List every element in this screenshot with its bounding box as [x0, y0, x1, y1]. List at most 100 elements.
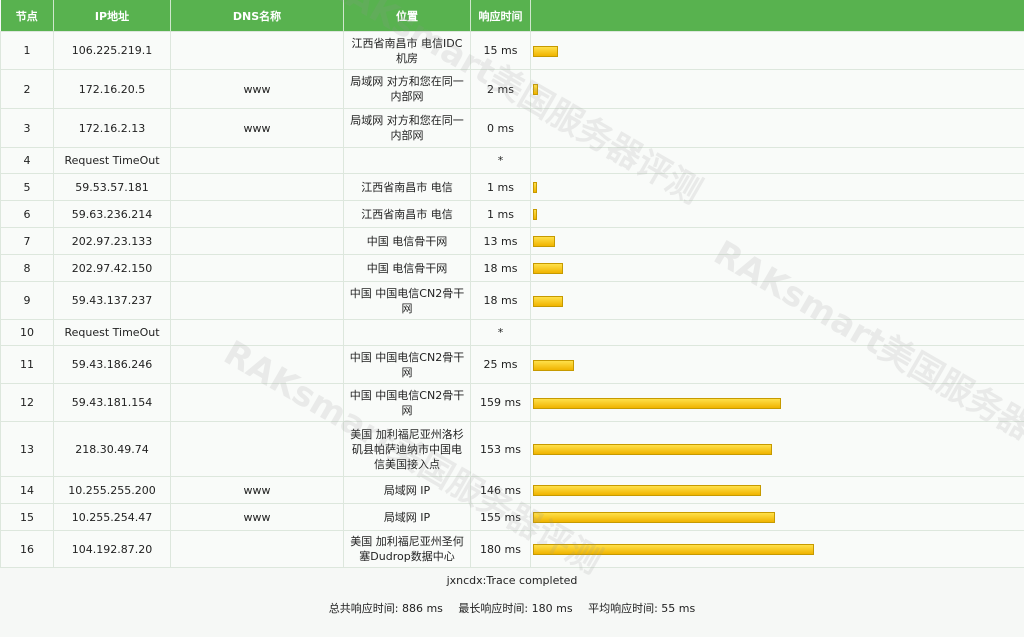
table-row: 3 172.16.2.13 www 局域网 对方和您在同一内部网 0 ms: [0, 108, 1024, 148]
dns-cell: [170, 254, 344, 282]
node-cell: 7: [0, 227, 54, 255]
ip-cell: 10.255.254.47: [53, 503, 171, 531]
time-cell: 153 ms: [470, 421, 531, 477]
latency-bar: [533, 512, 775, 523]
table-row: 4 Request TimeOut *: [0, 147, 1024, 174]
time-cell: 1 ms: [470, 173, 531, 201]
dns-cell: [170, 383, 344, 422]
col-dns-header: DNS名称: [170, 0, 344, 32]
table-row: 15 10.255.254.47 www 局域网 IP 155 ms: [0, 503, 1024, 531]
table-header: 节点 IP地址 DNS名称 位置 响应时间: [0, 0, 1024, 32]
node-cell: 5: [0, 173, 54, 201]
node-cell: 14: [0, 476, 54, 504]
latency-bar-cell: [530, 476, 1024, 504]
ip-cell: 172.16.2.13: [53, 108, 171, 148]
location-cell: 中国 中国电信CN2骨干网: [343, 345, 471, 384]
node-cell: 1: [0, 31, 54, 70]
latency-bar-cell: [530, 383, 1024, 422]
col-location-header: 位置: [343, 0, 471, 32]
time-cell: 2 ms: [470, 69, 531, 109]
trace-status: jxncdx:Trace completed: [446, 574, 578, 587]
ip-cell: 218.30.49.74: [53, 421, 171, 477]
table-row: 1 106.225.219.1 江西省南昌市 电信IDC机房 15 ms: [0, 31, 1024, 70]
total-time: 总共响应时间: 886 ms: [328, 602, 443, 615]
time-cell: 146 ms: [470, 476, 531, 504]
node-cell: 13: [0, 421, 54, 477]
table-row: 5 59.53.57.181 江西省南昌市 电信 1 ms: [0, 173, 1024, 201]
latency-bar: [533, 84, 538, 95]
latency-bar-cell: [530, 319, 1024, 346]
location-cell: 中国 电信骨干网: [343, 227, 471, 255]
table-row: 14 10.255.255.200 www 局域网 IP 146 ms: [0, 476, 1024, 504]
dns-cell: [170, 227, 344, 255]
time-cell: 18 ms: [470, 254, 531, 282]
ip-cell: 59.43.186.246: [53, 345, 171, 384]
node-cell: 12: [0, 383, 54, 422]
time-cell: 13 ms: [470, 227, 531, 255]
col-bar-header: [530, 0, 1024, 32]
ip-cell: Request TimeOut: [53, 147, 171, 174]
latency-bar-cell: [530, 281, 1024, 320]
dns-cell: [170, 281, 344, 320]
location-cell: 局域网 对方和您在同一内部网: [343, 108, 471, 148]
trace-footer: jxncdx:Trace completed 总共响应时间: 886 ms 最长…: [0, 568, 1024, 624]
table-row: 9 59.43.137.237 中国 中国电信CN2骨干网 18 ms: [0, 281, 1024, 320]
latency-bar: [533, 397, 781, 409]
node-cell: 6: [0, 200, 54, 228]
col-time-header: 响应时间: [470, 0, 531, 32]
node-cell: 8: [0, 254, 54, 282]
location-cell: [343, 147, 471, 174]
node-cell: 11: [0, 345, 54, 384]
latency-bar: [533, 359, 574, 371]
latency-bar-cell: [530, 147, 1024, 174]
latency-bar-cell: [530, 345, 1024, 384]
latency-bar-cell: [530, 200, 1024, 228]
dns-cell: [170, 31, 344, 70]
latency-bar: [533, 236, 555, 247]
time-cell: 15 ms: [470, 31, 531, 70]
dns-cell: www: [170, 476, 344, 504]
location-cell: 中国 电信骨干网: [343, 254, 471, 282]
node-cell: 3: [0, 108, 54, 148]
max-time: 最长响应时间: 180 ms: [458, 602, 573, 615]
latency-bar-cell: [530, 503, 1024, 531]
latency-bar-cell: [530, 254, 1024, 282]
latency-bar: [533, 45, 558, 57]
table-row: 11 59.43.186.246 中国 中国电信CN2骨干网 25 ms: [0, 345, 1024, 384]
trace-summary: 总共响应时间: 886 ms 最长响应时间: 180 ms 平均响应时间: 55…: [0, 594, 1024, 624]
latency-bar: [533, 444, 772, 455]
latency-bar-cell: [530, 530, 1024, 568]
dns-cell: [170, 345, 344, 384]
ip-cell: Request TimeOut: [53, 319, 171, 346]
ip-cell: 106.225.219.1: [53, 31, 171, 70]
time-cell: 159 ms: [470, 383, 531, 422]
time-cell: 25 ms: [470, 345, 531, 384]
node-cell: 2: [0, 69, 54, 109]
dns-cell: [170, 173, 344, 201]
location-cell: 局域网 IP: [343, 503, 471, 531]
table-row: 6 59.63.236.214 江西省南昌市 电信 1 ms: [0, 200, 1024, 228]
ip-cell: 59.53.57.181: [53, 173, 171, 201]
time-cell: 155 ms: [470, 503, 531, 531]
ip-cell: 59.43.181.154: [53, 383, 171, 422]
location-cell: 江西省南昌市 电信: [343, 173, 471, 201]
location-cell: 江西省南昌市 电信IDC机房: [343, 31, 471, 70]
table-row: 7 202.97.23.133 中国 电信骨干网 13 ms: [0, 227, 1024, 255]
node-cell: 9: [0, 281, 54, 320]
table-row: 2 172.16.20.5 www 局域网 对方和您在同一内部网 2 ms: [0, 69, 1024, 109]
time-cell: *: [470, 319, 531, 346]
location-cell: 局域网 对方和您在同一内部网: [343, 69, 471, 109]
col-ip-header: IP地址: [53, 0, 171, 32]
table-body: 1 106.225.219.1 江西省南昌市 电信IDC机房 15 ms 2 172.16…: [0, 31, 1024, 568]
location-cell: [343, 319, 471, 346]
location-cell: 中国 中国电信CN2骨干网: [343, 281, 471, 320]
col-node-header: 节点: [0, 0, 54, 32]
location-cell: 美国 加利福尼亚州圣何塞Dudrop数据中心: [343, 530, 471, 568]
time-cell: 18 ms: [470, 281, 531, 320]
latency-bar: [533, 182, 537, 193]
dns-cell: [170, 147, 344, 174]
location-cell: 江西省南昌市 电信: [343, 200, 471, 228]
node-cell: 15: [0, 503, 54, 531]
time-cell: 1 ms: [470, 200, 531, 228]
node-cell: 4: [0, 147, 54, 174]
